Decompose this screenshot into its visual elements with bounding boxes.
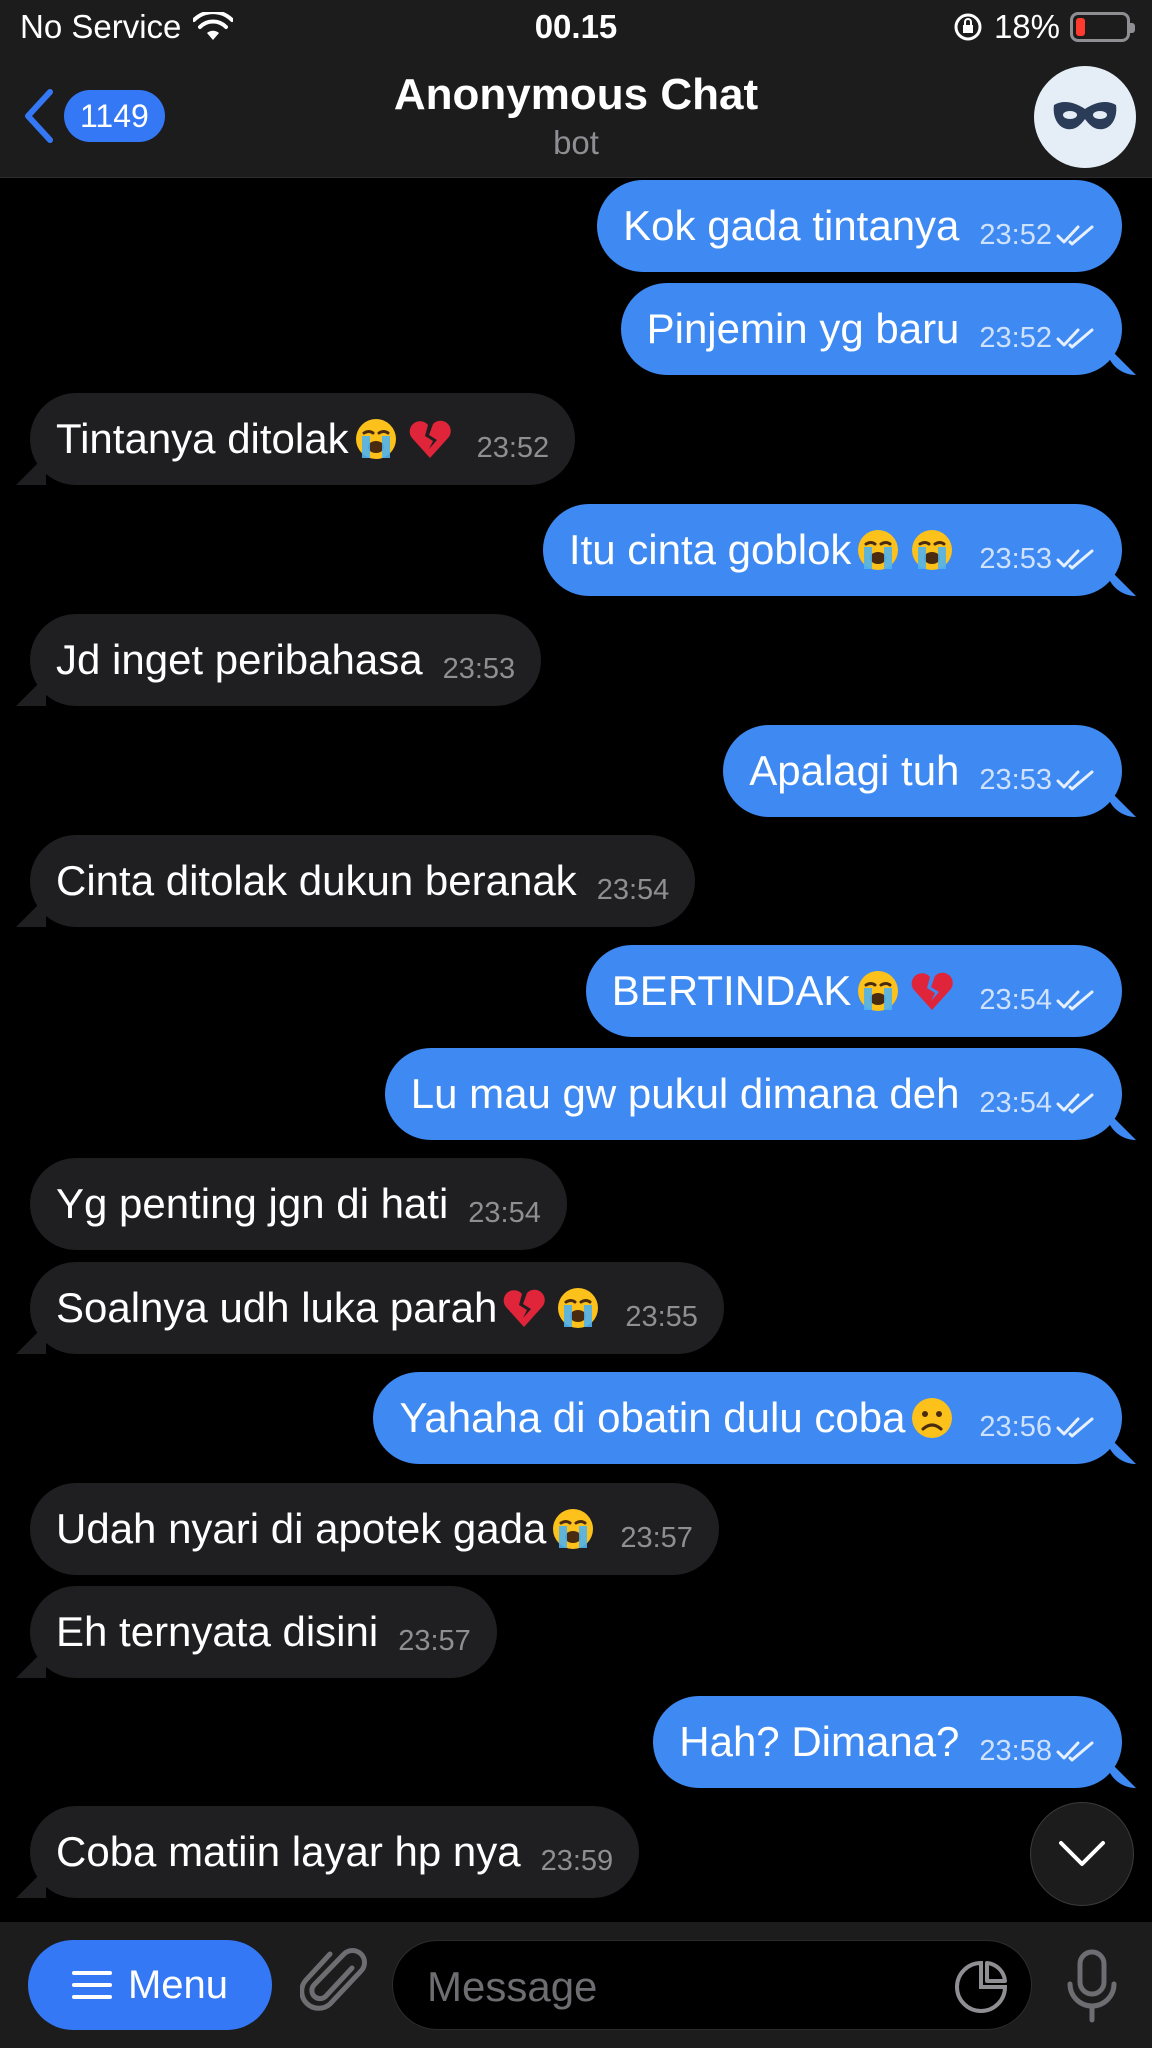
rotation-lock-icon — [954, 13, 982, 41]
double-check-icon — [1056, 328, 1094, 349]
incoming-message[interactable]: Tintanya ditolak 23:52 — [30, 393, 576, 485]
outgoing-message[interactable]: Yahaha di obatin dulu coba 23:56 — [373, 1372, 1122, 1464]
outgoing-message[interactable]: Kok gada tintanya 23:52 — [597, 180, 1122, 272]
outgoing-message[interactable]: Hah? Dimana? 23:58 — [653, 1696, 1122, 1788]
double-check-icon — [1056, 1417, 1094, 1438]
sticker-icon[interactable] — [953, 1959, 1009, 2015]
message-text: Soalnya udh luka parah — [56, 1284, 498, 1331]
message-time: 23:54 — [979, 983, 1052, 1016]
crying-face-emoji — [858, 971, 899, 1011]
outgoing-message[interactable]: Lu mau gw pukul dimana deh 23:54 — [384, 1048, 1122, 1140]
outgoing-message[interactable]: Pinjemin yg baru 23:52 — [620, 283, 1122, 375]
message-text: Kok gada tintanya — [623, 202, 960, 249]
message-time: 23:55 — [625, 1300, 698, 1333]
message-time: 23:52 — [979, 321, 1052, 354]
broken-heart-emoji — [504, 1289, 546, 1327]
message-input[interactable]: Message — [392, 1940, 1032, 2030]
chat-subtitle: bot — [553, 124, 599, 161]
frowning-face-emoji — [912, 1398, 953, 1438]
message-text: Tintanya ditolak — [56, 415, 349, 462]
mask-icon — [1053, 102, 1117, 130]
message-time: 23:53 — [979, 763, 1052, 796]
message-time: 23:57 — [620, 1521, 693, 1554]
message-text: Coba matiin layar hp nya — [56, 1828, 521, 1875]
message-time: 23:52 — [979, 218, 1052, 251]
message-time: 23:53 — [979, 542, 1052, 575]
chevron-down-icon — [1059, 1841, 1105, 1866]
message-time: 23:57 — [398, 1624, 471, 1657]
message-time: 23:54 — [979, 1086, 1052, 1119]
crying-face-emoji — [858, 530, 899, 570]
message-time: 23:54 — [596, 873, 670, 906]
battery-percent: 18% — [993, 8, 1060, 45]
message-placeholder: Message — [427, 1963, 598, 2010]
incoming-message[interactable]: Soalnya udh luka parah 23:55 — [30, 1262, 724, 1354]
double-check-icon — [1056, 225, 1094, 246]
status-right: 18% — [952, 8, 1135, 46]
paperclip-icon[interactable] — [300, 1946, 370, 2022]
incoming-message[interactable]: Eh ternyata disini 23:57 — [30, 1586, 497, 1678]
double-check-icon — [1056, 990, 1094, 1011]
message-text: Itu cinta goblok — [568, 526, 852, 573]
battery-level — [1076, 18, 1085, 36]
menu-label: Menu — [127, 1962, 229, 2007]
message-text: Pinjemin yg baru — [646, 305, 960, 352]
crying-face-emoji — [355, 419, 396, 459]
double-check-icon — [1056, 1093, 1094, 1114]
hamburger-icon — [71, 1971, 112, 1999]
incoming-message[interactable]: Jd inget peribahasa 23:53 — [30, 614, 542, 706]
message-text: Lu mau gw pukul dimana deh — [410, 1070, 960, 1117]
message-time: 23:52 — [476, 431, 550, 464]
broken-heart-emoji — [409, 420, 451, 458]
chat-title-area[interactable]: Anonymous Chat bot — [0, 70, 1152, 162]
message-text: Udah nyari di apotek gada — [56, 1505, 547, 1552]
status-bar: No Service 00.15 18% — [0, 0, 1152, 58]
chat-title: Anonymous Chat — [393, 70, 759, 119]
message-time: 23:56 — [979, 1410, 1052, 1443]
avatar[interactable] — [1034, 66, 1136, 168]
message-text: Cinta ditolak dukun beranak — [56, 857, 577, 904]
message-time: 23:54 — [468, 1196, 541, 1229]
message-text: Yahaha di obatin dulu coba — [399, 1394, 906, 1441]
chat-header: 1149 Anonymous Chat bot — [0, 58, 1152, 178]
incoming-message[interactable]: Coba matiin layar hp nya 23:59 — [30, 1806, 640, 1898]
message-text: BERTINDAK — [611, 967, 852, 1014]
outgoing-message[interactable]: Itu cinta goblok 23:53 — [542, 504, 1122, 596]
message-text: Yg penting jgn di hati — [56, 1180, 449, 1227]
crying-face-emoji — [553, 1509, 594, 1549]
message-text: Hah? Dimana? — [679, 1718, 960, 1765]
crying-face-emoji — [558, 1288, 599, 1328]
incoming-message[interactable]: Udah nyari di apotek gada 23:57 — [30, 1483, 719, 1575]
microphone-icon[interactable] — [1062, 1948, 1122, 2024]
double-check-icon — [1056, 549, 1094, 570]
broken-heart-emoji — [912, 972, 954, 1010]
input-bar: Menu Message — [0, 1922, 1152, 2048]
menu-button[interactable]: Menu — [28, 1940, 272, 2030]
message-text: Eh ternyata disini — [56, 1608, 379, 1655]
scroll-to-bottom-button[interactable] — [1030, 1802, 1134, 1906]
battery-icon — [1070, 12, 1135, 42]
message-text: Apalagi tuh — [749, 747, 960, 794]
message-time: 23:59 — [540, 1844, 614, 1877]
incoming-message[interactable]: Yg penting jgn di hati 23:54 — [30, 1158, 567, 1250]
crying-face-emoji — [912, 530, 953, 570]
message-text: Jd inget peribahasa — [56, 636, 423, 683]
outgoing-message[interactable]: Apalagi tuh 23:53 — [723, 725, 1122, 817]
double-check-icon — [1056, 770, 1094, 791]
incoming-message[interactable]: Cinta ditolak dukun beranak 23:54 — [30, 835, 696, 927]
outgoing-message[interactable]: BERTINDAK 23:54 — [585, 945, 1122, 1037]
message-time: 23:53 — [442, 652, 516, 685]
double-check-icon — [1056, 1741, 1094, 1762]
message-time: 23:58 — [979, 1734, 1052, 1767]
